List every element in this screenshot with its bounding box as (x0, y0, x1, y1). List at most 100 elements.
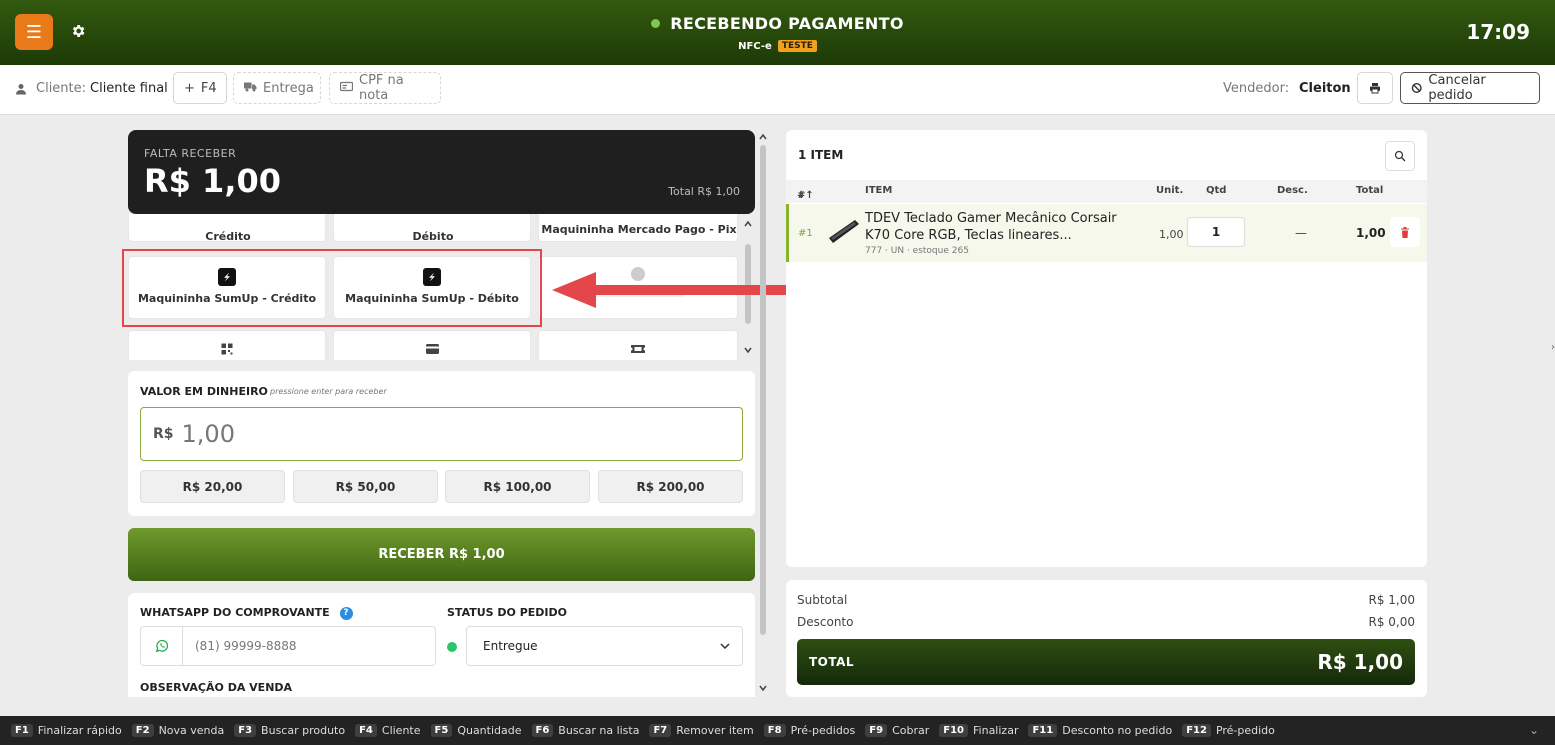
clock: 17:09 (1466, 20, 1530, 44)
shortcut-f6[interactable]: F6 Buscar na lista (531, 724, 639, 737)
amount-due-value: R$ 1,00 (144, 162, 281, 200)
col-unit: Unit. (1156, 185, 1184, 196)
whatsapp-label: WHATSAPP DO COMPROVANTE ? (140, 606, 353, 620)
seller-label: Vendedor: (1223, 81, 1290, 96)
method-label: Maquininha Mercado Pago - Pix (541, 223, 737, 236)
shortcut-f11[interactable]: F11 Desconto no pedido (1028, 724, 1172, 737)
shortcut-f4[interactable]: F4 Cliente (355, 724, 421, 737)
cash-hint: pressione enter para receber (270, 387, 387, 396)
method-card-mercadopago-pix[interactable]: Maquininha Mercado Pago - Pix (538, 214, 738, 242)
status-label: STATUS DO PEDIDO (447, 606, 568, 619)
discount-value: R$ 0,00 (1368, 615, 1415, 629)
top-bar: ☰ RECEBENDO PAGAMENTO NFC-e TESTE 17:09 (0, 0, 1555, 65)
total-label: TOTAL (809, 655, 855, 669)
shortcut-f10[interactable]: F10 Finalizar (939, 724, 1018, 737)
whatsapp-icon (155, 639, 168, 653)
order-status-value: Entregue (483, 639, 538, 653)
discount-row: Desconto R$ 0,00 (797, 615, 1415, 629)
whatsapp-field[interactable]: (81) 99999-8888 (140, 626, 436, 666)
id-card-icon (339, 81, 354, 96)
print-button[interactable] (1357, 72, 1393, 104)
col-total: Total (1356, 185, 1384, 196)
shortcut-f7[interactable]: F7 Remover item (649, 724, 754, 737)
cancel-order-button[interactable]: Cancelar pedido (1400, 72, 1540, 104)
truck-icon (244, 81, 257, 96)
method-label: Crédito (205, 230, 251, 243)
subtotal-value: R$ 1,00 (1368, 593, 1415, 607)
product-meta: 777 · UN · estoque 265 (865, 246, 969, 256)
seller-value[interactable]: Cleiton (1299, 81, 1351, 96)
whatsapp-label-text: WHATSAPP DO COMPROVANTE (140, 606, 330, 619)
highlight-box (122, 249, 542, 327)
quick-amount-50[interactable]: R$ 50,00 (293, 470, 438, 503)
trash-icon (1401, 226, 1409, 238)
client-label: Cliente: (36, 81, 87, 96)
printer-icon (1370, 83, 1380, 94)
page-title: RECEBENDO PAGAMENTO (651, 14, 904, 33)
plus-icon: + (184, 80, 195, 96)
total-bar: TOTAL R$ 1,00 (797, 639, 1415, 685)
order-total-text: Total R$ 1,00 (668, 185, 740, 198)
method-card-qr[interactable] (128, 330, 326, 360)
ticket-icon (631, 345, 645, 353)
receive-button[interactable]: RECEBER R$ 1,00 (128, 528, 755, 581)
shortcut-f8[interactable]: F8 Pré-pedidos (763, 724, 855, 737)
subtotal-row: Subtotal R$ 1,00 (797, 593, 1415, 607)
cash-label: VALOR EM DINHEIRO (140, 385, 268, 398)
cancel-order-label: Cancelar pedido (1428, 73, 1486, 103)
items-count: 1 ITEM (798, 148, 844, 162)
quick-amount-100[interactable]: R$ 100,00 (445, 470, 590, 503)
items-table-header: # ↓↑ ITEM Unit. Qtd Desc. Total (786, 180, 1427, 203)
delivery-label: Entrega (263, 80, 314, 96)
shortcut-f9[interactable]: F9 Cobrar (865, 724, 929, 737)
shortcut-f5[interactable]: F5 Quantidade (430, 724, 522, 737)
cpf-button[interactable]: CPF na nota (329, 72, 441, 104)
quantity-input[interactable]: 1 (1187, 217, 1245, 247)
order-status-select[interactable]: Entregue (466, 626, 743, 666)
client-f4-button[interactable]: + F4 (173, 72, 227, 104)
amount-due-label: FALTA RECEBER (144, 147, 237, 160)
unit-price: 1,00 (1159, 228, 1184, 241)
quick-amount-20[interactable]: R$ 20,00 (140, 470, 285, 503)
shortcut-f3[interactable]: F3 Buscar produto (234, 724, 345, 737)
delivery-button[interactable]: Entrega (233, 72, 321, 104)
method-card-ticket[interactable] (538, 330, 738, 360)
shortcut-bar: F1 Finalizar rápido F2 Nova venda F3 Buscar… (0, 716, 1555, 745)
quick-amount-200[interactable]: R$ 200,00 (598, 470, 743, 503)
col-discount: Desc. (1277, 185, 1308, 196)
method-label: Débito (412, 230, 454, 243)
shortcut-f12[interactable]: F12 Pré-pedido (1182, 724, 1275, 737)
observation-label: OBSERVAÇÃO DA VENDA (140, 681, 293, 694)
summary-panel: Subtotal R$ 1,00 Desconto R$ 0,00 TOTAL … (786, 580, 1427, 697)
qr-code-icon (221, 343, 233, 355)
status-title: RECEBENDO PAGAMENTO (670, 14, 904, 33)
cash-amount-value: 1,00 (181, 420, 235, 448)
method-card-credit[interactable]: Crédito (128, 214, 326, 243)
remove-item-button[interactable] (1390, 217, 1420, 247)
client-value[interactable]: Cliente final (90, 81, 168, 96)
discount-label: Desconto (797, 615, 854, 629)
shortcut-f1[interactable]: F1 Finalizar rápido (11, 724, 122, 737)
collapse-handle[interactable]: › (1551, 342, 1555, 353)
left-panel-scrollbar[interactable] (758, 130, 768, 697)
order-extra-panel: WHATSAPP DO COMPROVANTE ? STATUS DO PEDI… (128, 593, 755, 697)
subtotal-label: Subtotal (797, 593, 848, 607)
items-search-button[interactable] (1385, 141, 1415, 171)
status-dot-icon (651, 19, 661, 28)
search-icon (1394, 150, 1406, 162)
method-card-card[interactable] (333, 330, 531, 360)
cash-amount-input[interactable]: R$ 1,00 (140, 407, 743, 461)
table-row[interactable]: #1 TDEV Teclado Gamer Mecânico Corsair K… (786, 204, 1427, 262)
status-indicator (447, 642, 457, 652)
whatsapp-placeholder: (81) 99999-8888 (195, 639, 297, 653)
credit-card-icon (425, 344, 439, 354)
items-panel: 1 ITEM # ↓↑ ITEM Unit. Qtd Desc. Total #… (786, 130, 1427, 567)
arrow-icon (552, 272, 819, 308)
help-icon[interactable]: ? (339, 606, 353, 620)
chevron-down-icon[interactable]: ⌄ (1529, 723, 1539, 737)
chevron-down-icon (720, 643, 730, 649)
row-discount: — (1295, 226, 1307, 240)
shortcut-f2[interactable]: F2 Nova venda (131, 724, 224, 737)
method-card-debit[interactable]: Débito (333, 214, 531, 243)
product-thumbnail (829, 220, 859, 243)
